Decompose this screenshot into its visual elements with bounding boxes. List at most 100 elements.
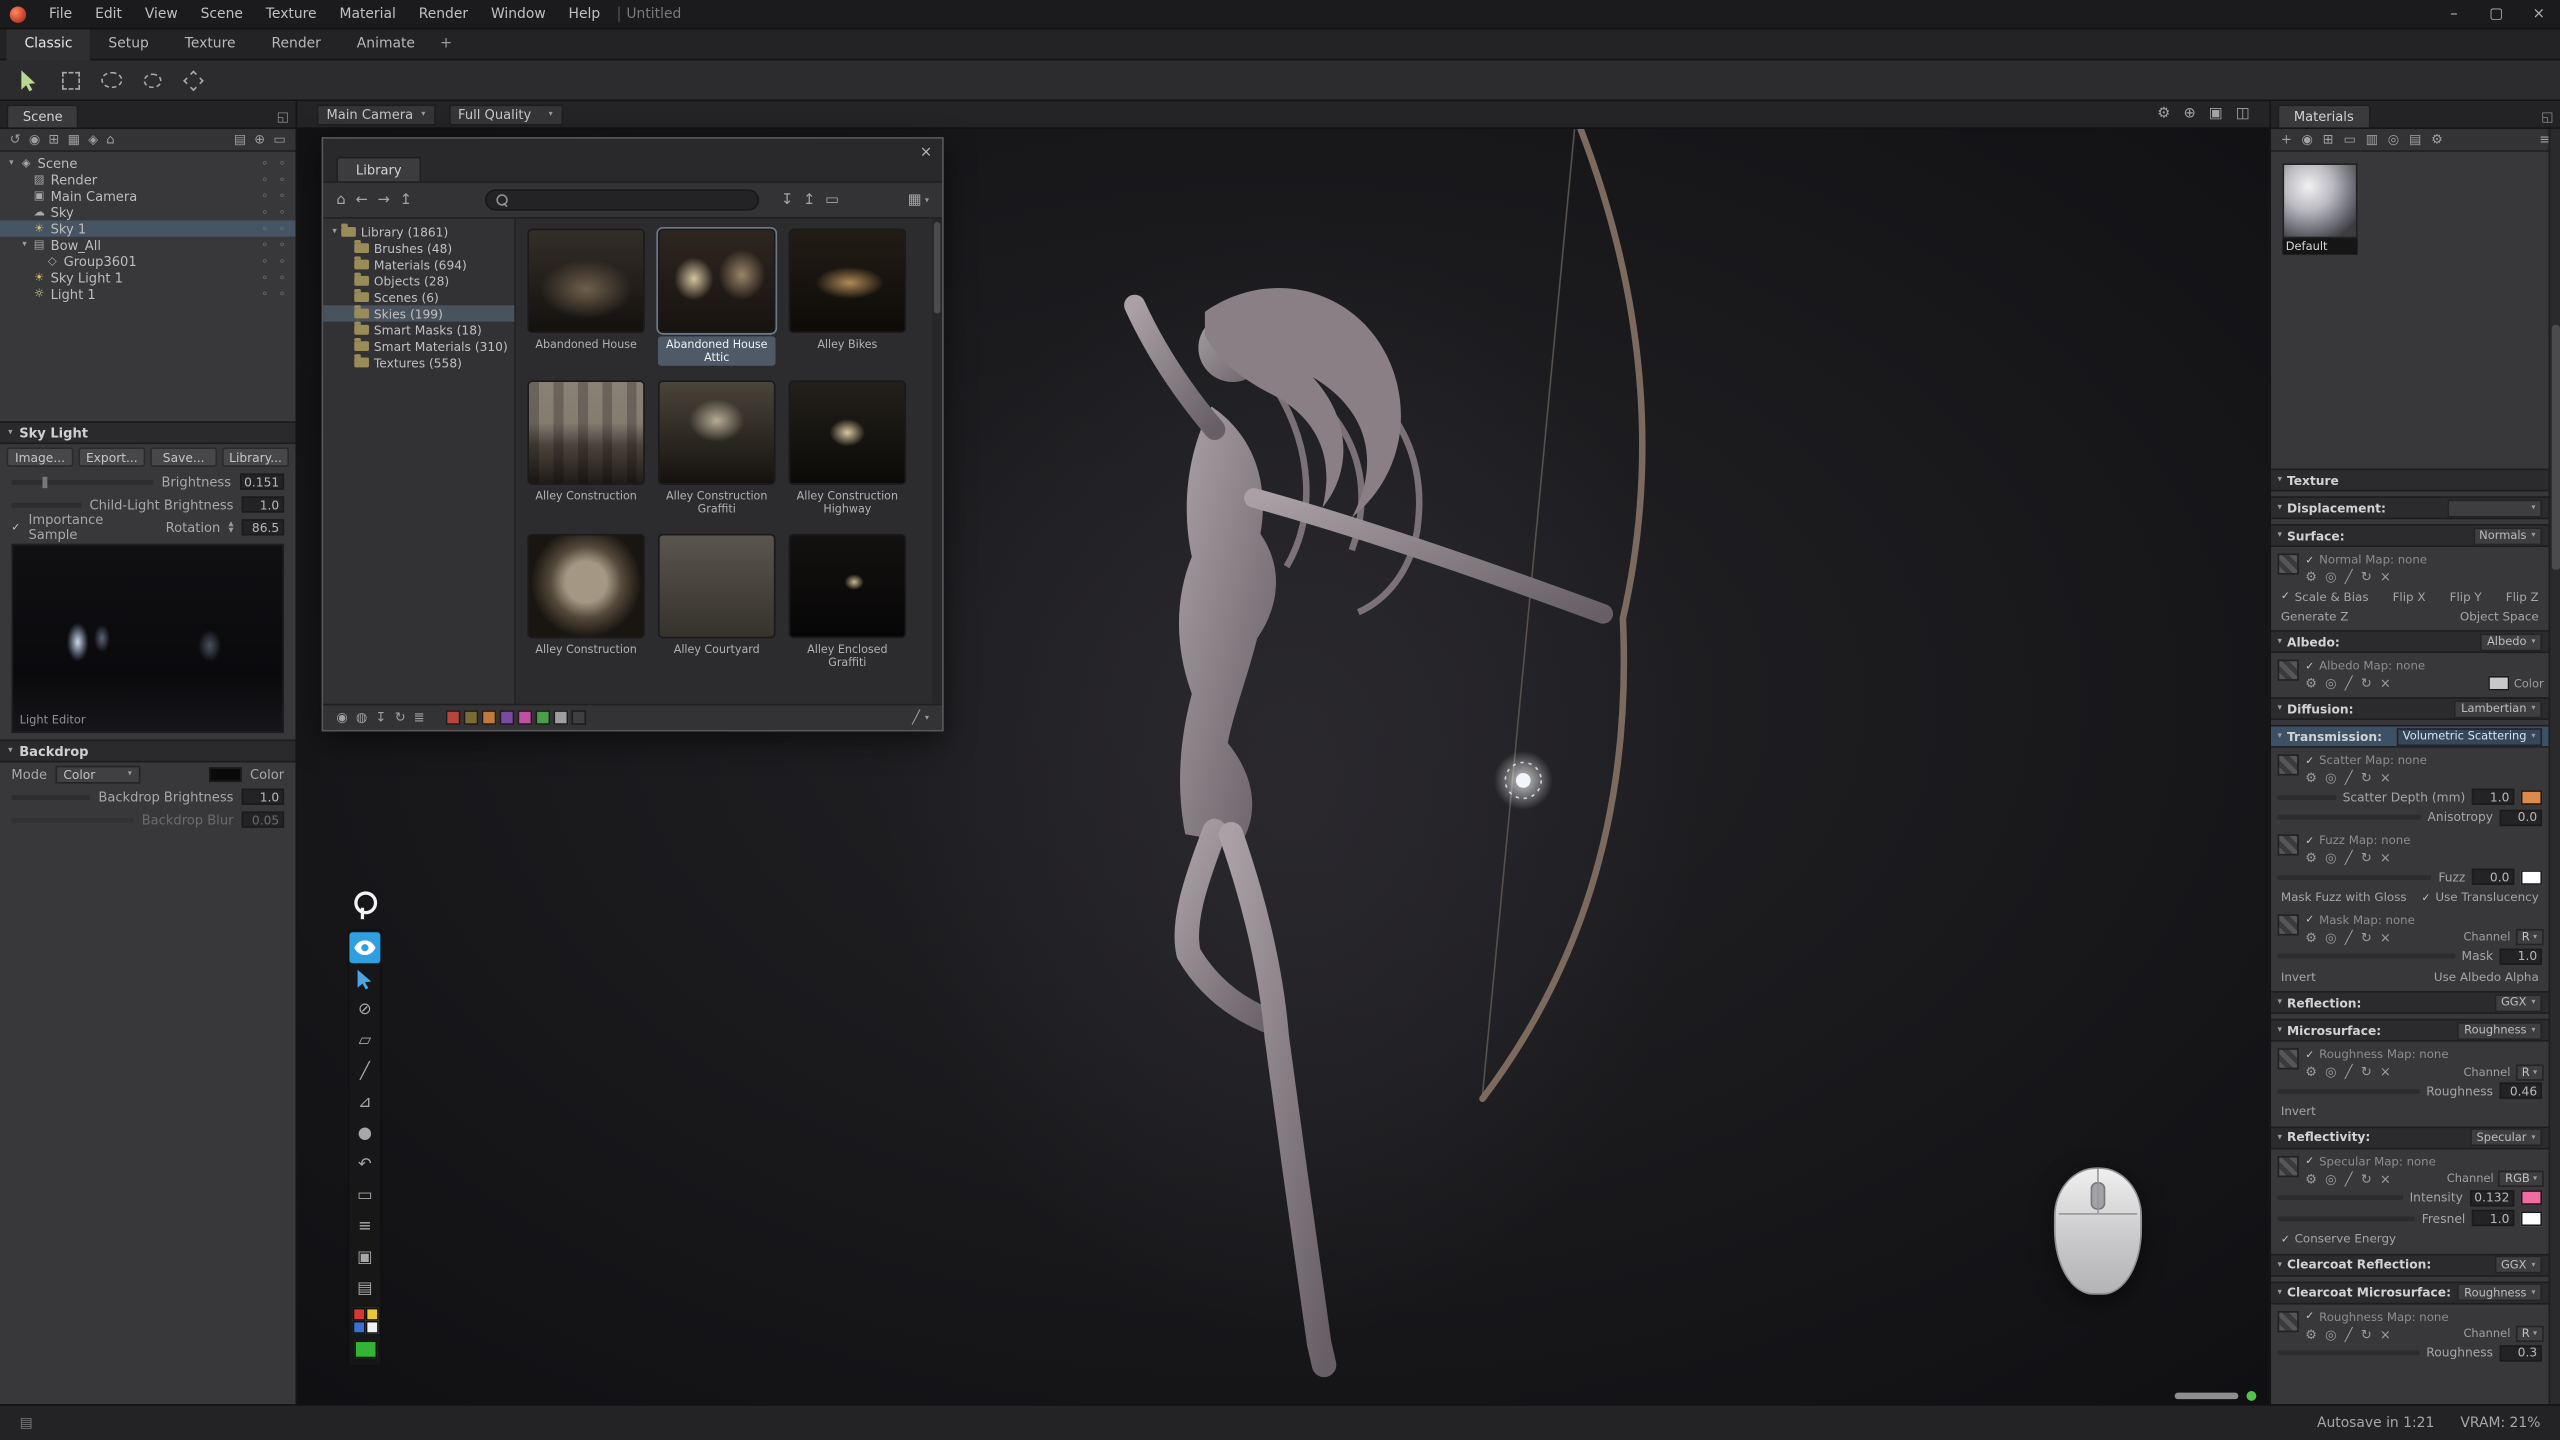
clearcoat-reflection-type-dropdown[interactable]: GGX▾ [2494, 1256, 2542, 1274]
sky-preview-image[interactable] [789, 533, 907, 637]
library-footer-icon[interactable]: ≣ [414, 710, 425, 725]
albedo-section-header[interactable]: ▾ Albedo: Albedo▾ [2271, 630, 2549, 653]
map-checkbox[interactable]: ✓ [2305, 1309, 2314, 1322]
scene-tree-row[interactable]: ▾ ◈ Scene ∘ ∘ [0, 155, 296, 171]
materials-toolbar-icon[interactable]: + [2281, 132, 2292, 147]
microsurface-type-dropdown[interactable]: Roughness▾ [2458, 1021, 2542, 1039]
brush-icon[interactable]: ╱ [2345, 851, 2353, 866]
invert-toggle[interactable]: Invert [2281, 1104, 2316, 1119]
microsurface-section-header[interactable]: ▾ Microsurface: Roughness▾ [2271, 1019, 2549, 1042]
clearcoat-roughness-slider[interactable] [2278, 1351, 2420, 1356]
clear-icon[interactable]: × [2380, 1064, 2391, 1079]
magnify-icon[interactable]: ◎ [2325, 676, 2336, 691]
library-folder-row[interactable]: Smart Materials (310) [323, 338, 514, 354]
surface-section-header[interactable]: ▾ Surface: Normals▾ [2271, 524, 2549, 547]
map-checkbox[interactable]: ✓ [2305, 1154, 2314, 1167]
scene-toolbar-icon[interactable]: ◈ [88, 132, 98, 147]
magnify-icon[interactable]: ◎ [2325, 1327, 2336, 1342]
brush-preset-dropdown[interactable]: ╱ ▾ [912, 710, 929, 725]
clear-icon[interactable]: × [2380, 851, 2391, 866]
sky-preview-image[interactable] [658, 533, 776, 637]
palette-color[interactable] [352, 1321, 365, 1334]
refresh-icon[interactable]: ↻ [2361, 1171, 2372, 1186]
library-footer-icon[interactable]: ◍ [356, 710, 367, 725]
materials-toolbar-icon[interactable]: ⚙ [2431, 132, 2443, 147]
viewport-option-icon[interactable]: ▣ [2209, 106, 2223, 122]
sky-light-button[interactable]: Library... [222, 447, 289, 467]
brush-icon[interactable]: ╱ [2345, 1064, 2353, 1079]
fuzz-value[interactable]: 0.0 [2472, 869, 2514, 885]
importance-sample-checkbox[interactable]: ✓ [11, 521, 20, 534]
scene-tree-row[interactable]: ☀ Sky 1 ∘ ∘ [0, 220, 296, 236]
select-cursor-icon[interactable] [15, 65, 44, 94]
material-item[interactable]: Default [2282, 163, 2357, 254]
clearcoat-microsurface-section-header[interactable]: ▾ Clearcoat Microsurface: Roughness▾ [2271, 1281, 2549, 1304]
viewport[interactable]: Main Camera▾ Full Quality▾ ⚙⊕▣◫ [297, 101, 2269, 1404]
row-visibility-toggles[interactable]: ∘ ∘ [261, 271, 289, 284]
close-icon[interactable]: × [920, 145, 932, 161]
library-folder-row[interactable]: Smart Masks (18) [323, 322, 514, 338]
map-checkbox[interactable]: ✓ [2305, 753, 2314, 766]
scene-tree-row[interactable]: ☀ Sky Light 1 ∘ ∘ [0, 269, 296, 285]
scatter-depth-slider[interactable] [2278, 795, 2337, 800]
library-titlebar[interactable]: Library × [323, 139, 942, 181]
scene-tree-row[interactable]: ▾ ▤ Bow_All ∘ ∘ [0, 237, 296, 253]
magnify-icon[interactable]: ◎ [2325, 1064, 2336, 1079]
transmission-type-dropdown[interactable]: Volumetric Scattering▾ [2396, 727, 2542, 745]
active-color-swatch[interactable] [353, 1340, 376, 1358]
maximize-button[interactable]: ▢ [2475, 0, 2517, 29]
scatter-color-swatch[interactable] [2521, 790, 2542, 805]
library-thumbnail[interactable]: ↻ Abandoned House [527, 229, 645, 367]
scene-toolbar-icon[interactable]: ⊞ [48, 132, 59, 147]
materials-tab[interactable]: Materials [2278, 104, 2371, 127]
reflectivity-section-header[interactable]: ▾ Reflectivity: Specular▾ [2271, 1126, 2549, 1149]
texture-slot[interactable] [2278, 754, 2299, 775]
invert-toggle[interactable]: Invert [2281, 969, 2316, 984]
diffusion-section-header[interactable]: ▾ Diffusion: Lambertian▾ [2271, 697, 2549, 720]
intensity-value[interactable]: 0.132 [2469, 1190, 2514, 1206]
map-checkbox[interactable]: ✓ [2305, 659, 2314, 672]
reflection-section-header[interactable]: ▾ Reflection: GGX▾ [2271, 991, 2549, 1014]
gear-icon[interactable]: ⚙ [2305, 1064, 2317, 1079]
library-action-icon[interactable]: ▭ [825, 192, 839, 208]
sky-preview-image[interactable] [527, 381, 645, 485]
mode-tab[interactable]: Animate [339, 29, 433, 60]
gear-icon[interactable]: ⚙ [2305, 1171, 2317, 1186]
brush-icon[interactable]: ╱ [2345, 570, 2353, 585]
materials-scrollbar[interactable] [2549, 129, 2560, 1404]
refresh-icon[interactable]: ↻ [2361, 771, 2372, 786]
use-translucency-checkbox[interactable]: ✓ [2422, 891, 2431, 904]
library-thumbnail[interactable]: ↻ Alley Construction Highway [789, 381, 907, 519]
refresh-icon[interactable]: ↻ [2361, 930, 2372, 945]
diffusion-type-dropdown[interactable]: Lambertian▾ [2455, 700, 2542, 718]
row-visibility-toggles[interactable]: ∘ ∘ [261, 222, 289, 235]
ellipse-select-icon[interactable] [137, 65, 166, 94]
library-folder-row[interactable]: Textures (558) [323, 354, 514, 370]
library-thumbnail[interactable]: ↻ Alley Construction [527, 533, 645, 671]
library-scrollbar[interactable] [932, 219, 942, 704]
library-footer-icon[interactable]: ↧ [375, 710, 386, 725]
refresh-icon[interactable]: ↻ [2361, 851, 2372, 866]
conserve-energy-label[interactable]: Conserve Energy [2295, 1231, 2396, 1246]
menu-item[interactable]: Edit [84, 0, 134, 29]
backdrop-header[interactable]: ▾ Backdrop [0, 740, 296, 763]
mask-slider[interactable] [2278, 954, 2455, 959]
map-checkbox[interactable]: ✓ [2305, 553, 2314, 566]
intensity-slider[interactable] [2278, 1196, 2403, 1201]
library-nav-icon[interactable]: ← [355, 192, 367, 208]
viewport-option-icon[interactable]: ⚙ [2157, 106, 2170, 122]
magnify-icon[interactable]: ◎ [2325, 1171, 2336, 1186]
palette-color[interactable] [365, 1321, 378, 1334]
menu-item[interactable]: Help [557, 0, 612, 29]
materials-toolbar-icon[interactable]: ▥ [2366, 132, 2378, 147]
expand-arrow-icon[interactable]: ▾ [328, 227, 341, 237]
library-folder-row[interactable]: ▾ Library (1861) [323, 224, 514, 240]
library-thumbnail[interactable]: ↻ Alley Courtyard [658, 533, 776, 671]
refresh-icon[interactable]: ↻ [2361, 1064, 2372, 1079]
close-button[interactable]: × [2518, 0, 2560, 29]
paint-tool-icon[interactable]: ╱ [349, 1056, 380, 1087]
menu-item[interactable]: Texture [254, 0, 328, 29]
sky-preview-image[interactable] [789, 381, 907, 485]
anisotropy-value[interactable]: 0.0 [2500, 809, 2542, 825]
clear-icon[interactable]: × [2380, 570, 2391, 585]
